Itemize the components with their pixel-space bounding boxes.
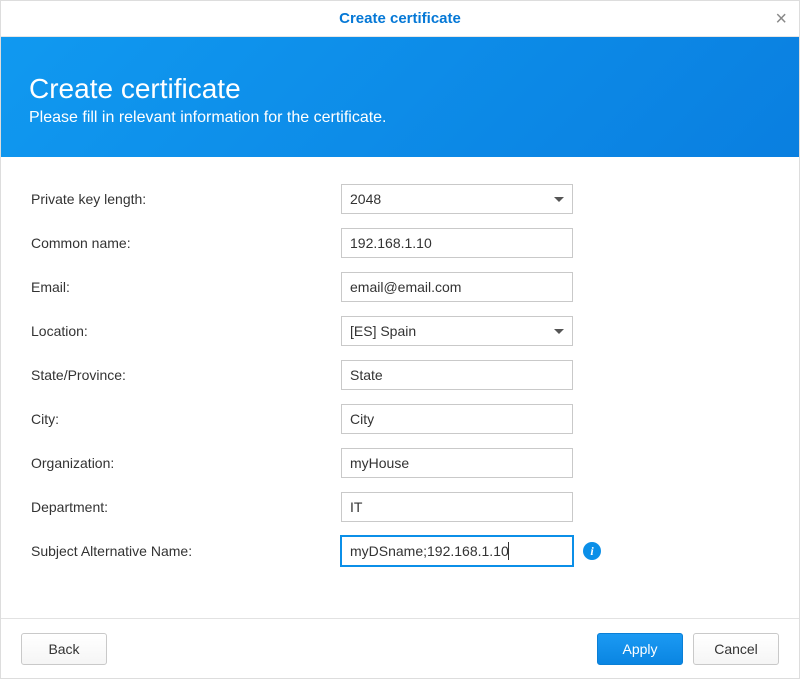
label-san: Subject Alternative Name: [31,543,341,559]
san-value-text: myDSname;192.168.1.10 [350,543,509,559]
apply-button[interactable]: Apply [597,633,683,665]
input-city[interactable] [341,404,573,434]
row-san: Subject Alternative Name: myDSname;192.1… [31,535,769,567]
create-certificate-dialog: Create certificate × Create certificate … [0,0,800,679]
label-organization: Organization: [31,455,341,471]
input-common-name[interactable] [341,228,573,258]
row-location: Location: [ES] Spain [31,315,769,347]
close-icon[interactable]: × [775,9,787,29]
row-city: City: [31,403,769,435]
label-common-name: Common name: [31,235,341,251]
input-san[interactable]: myDSname;192.168.1.10 [341,536,573,566]
row-department: Department: [31,491,769,523]
chevron-down-icon [554,329,564,334]
input-state[interactable] [341,360,573,390]
input-department[interactable] [341,492,573,522]
text-cursor [508,542,509,560]
info-icon[interactable]: i [583,542,601,560]
label-email: Email: [31,279,341,295]
footer: Back Apply Cancel [1,618,799,678]
row-common-name: Common name: [31,227,769,259]
select-value-private-key-length: 2048 [350,191,381,207]
form-area: Private key length: 2048 Common name: Em… [1,157,799,618]
chevron-down-icon [554,197,564,202]
cancel-button[interactable]: Cancel [693,633,779,665]
row-email: Email: [31,271,769,303]
input-organization[interactable] [341,448,573,478]
banner-title: Create certificate [29,73,771,105]
row-private-key-length: Private key length: 2048 [31,183,769,215]
footer-right: Apply Cancel [597,633,779,665]
titlebar: Create certificate × [1,1,799,37]
select-private-key-length[interactable]: 2048 [341,184,573,214]
banner: Create certificate Please fill in releva… [1,37,799,157]
titlebar-title: Create certificate [339,10,461,27]
label-department: Department: [31,499,341,515]
input-email[interactable] [341,272,573,302]
label-location: Location: [31,323,341,339]
row-organization: Organization: [31,447,769,479]
label-private-key-length: Private key length: [31,191,341,207]
select-value-location: [ES] Spain [350,323,416,339]
select-location[interactable]: [ES] Spain [341,316,573,346]
row-state: State/Province: [31,359,769,391]
back-button[interactable]: Back [21,633,107,665]
label-city: City: [31,411,341,427]
banner-subtitle: Please fill in relevant information for … [29,109,771,127]
label-state: State/Province: [31,367,341,383]
